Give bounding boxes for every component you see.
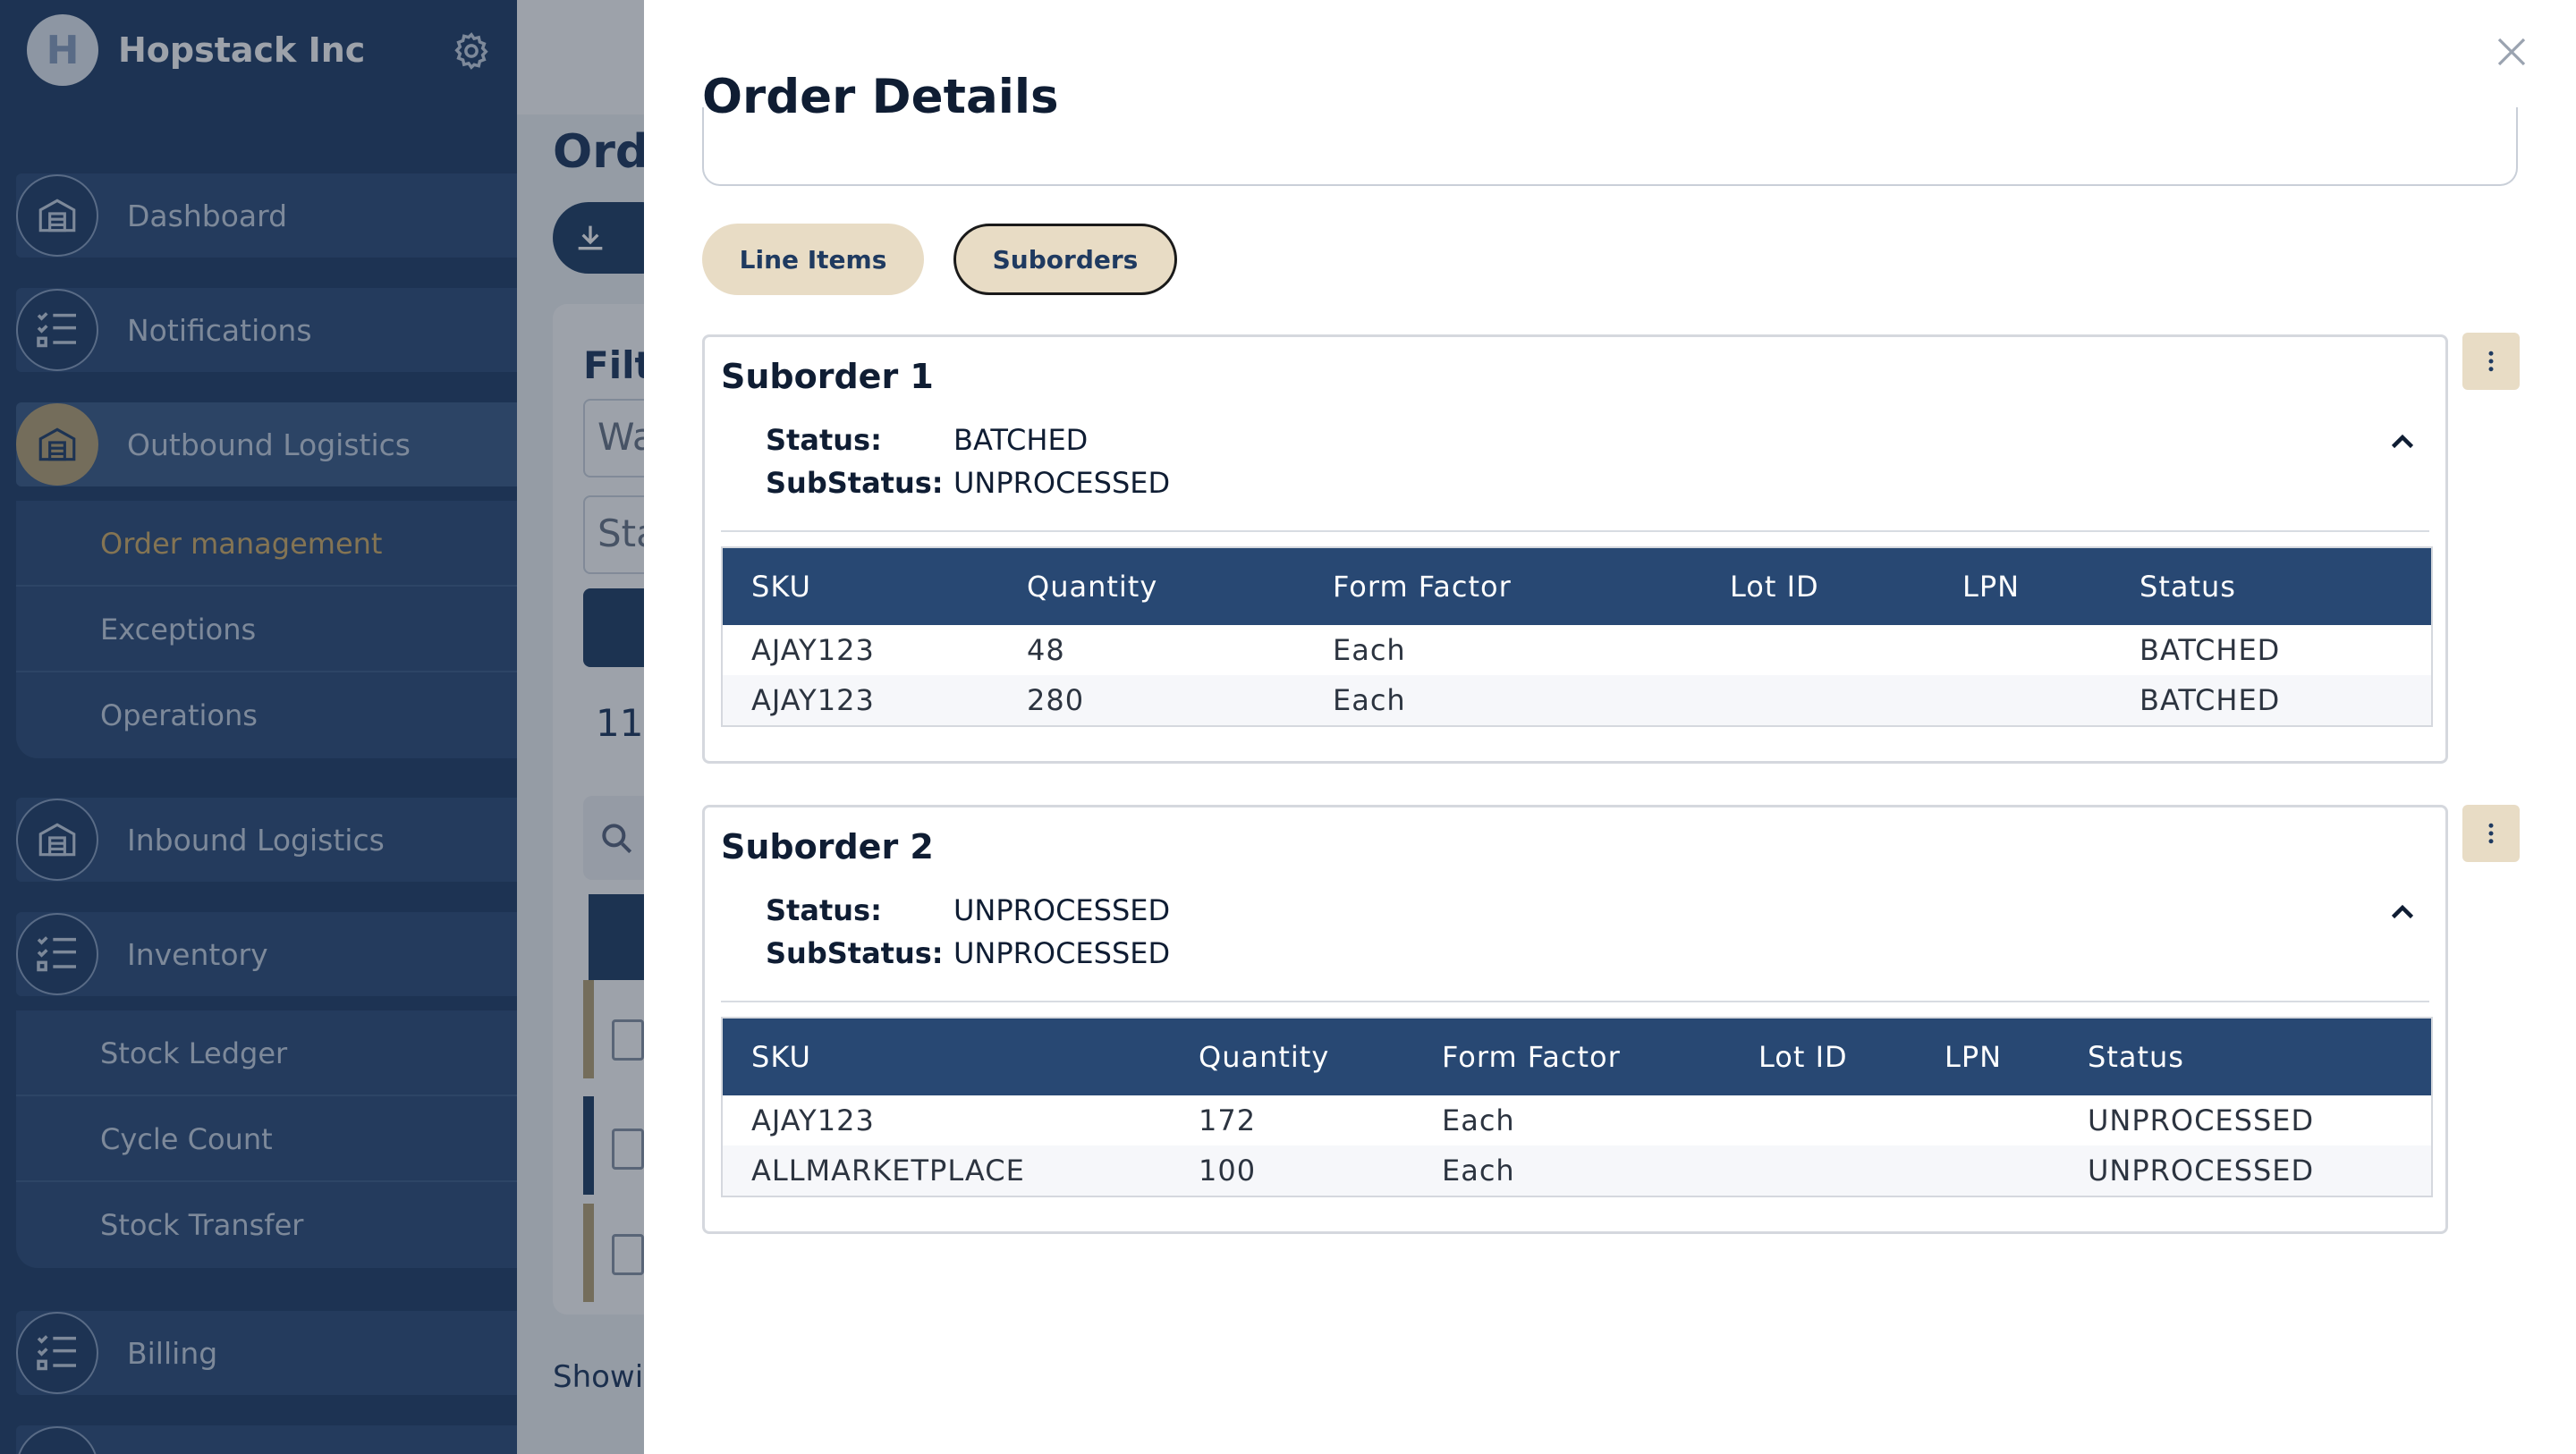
substatus-label: SubStatus: xyxy=(766,466,944,500)
substatus-value: UNPROCESSED xyxy=(953,466,1171,500)
table-row: AJAY123 172 Each UNPROCESSED xyxy=(723,1095,2431,1145)
cell-status: UNPROCESSED xyxy=(2088,1154,2315,1188)
cell-status: BATCHED xyxy=(2140,683,2281,717)
cell-sku: AJAY123 xyxy=(751,1103,875,1137)
cell-sku: ALLMARKETPLACE xyxy=(751,1154,1025,1188)
suborder-title: Suborder 1 xyxy=(721,357,934,396)
substatus-value: UNPROCESSED xyxy=(953,936,1171,970)
cell-sku: AJAY123 xyxy=(751,683,875,717)
table-row: AJAY123 280 Each BATCHED xyxy=(723,675,2431,725)
chevron-up-icon[interactable] xyxy=(2386,427,2419,459)
suborder-card: Suborder 2 Status: UNPROCESSED SubStatus… xyxy=(702,805,2448,1234)
column-header-quantity[interactable]: Quantity xyxy=(1027,548,1157,625)
status-value: UNPROCESSED xyxy=(953,893,1171,927)
table-header: SKU Quantity Form Factor Lot ID LPN Stat… xyxy=(723,1019,2431,1095)
cell-quantity: 172 xyxy=(1199,1103,1257,1137)
divider xyxy=(721,1001,2429,1002)
chevron-up-icon[interactable] xyxy=(2386,897,2419,929)
divider xyxy=(721,530,2429,532)
column-header-lot-id[interactable]: Lot ID xyxy=(1758,1019,1848,1095)
modal-overlay[interactable] xyxy=(0,0,651,1454)
column-header-form-factor[interactable]: Form Factor xyxy=(1442,1019,1621,1095)
status-value: BATCHED xyxy=(953,423,1089,457)
suborder-table: SKU Quantity Form Factor Lot ID LPN Stat… xyxy=(721,1017,2433,1197)
cell-form-factor: Each xyxy=(1442,1154,1515,1188)
column-header-status[interactable]: Status xyxy=(2140,548,2236,625)
cell-quantity: 100 xyxy=(1199,1154,1257,1188)
column-header-form-factor[interactable]: Form Factor xyxy=(1333,548,1512,625)
cell-quantity: 48 xyxy=(1027,633,1065,667)
cell-form-factor: Each xyxy=(1333,683,1406,717)
column-header-status[interactable]: Status xyxy=(2088,1019,2184,1095)
column-header-quantity[interactable]: Quantity xyxy=(1199,1019,1329,1095)
order-summary-card xyxy=(702,107,2518,186)
cell-status: BATCHED xyxy=(2140,633,2281,667)
status-label: Status: xyxy=(766,423,882,457)
suborder-title: Suborder 2 xyxy=(721,827,934,866)
more-vertical-icon xyxy=(2488,823,2494,844)
suborder-menu-button[interactable] xyxy=(2462,333,2520,390)
cell-status: UNPROCESSED xyxy=(2088,1103,2315,1137)
column-header-lot-id[interactable]: Lot ID xyxy=(1730,548,1819,625)
cell-sku: AJAY123 xyxy=(751,633,875,667)
table-row: ALLMARKETPLACE 100 Each UNPROCESSED xyxy=(723,1145,2431,1196)
cell-quantity: 280 xyxy=(1027,683,1085,717)
table-row: AJAY123 48 Each BATCHED xyxy=(723,625,2431,675)
status-label: Status: xyxy=(766,893,882,927)
close-icon[interactable] xyxy=(2490,30,2533,73)
cell-form-factor: Each xyxy=(1442,1103,1515,1137)
suborder-menu-button[interactable] xyxy=(2462,805,2520,862)
column-header-sku[interactable]: SKU xyxy=(751,548,811,625)
substatus-label: SubStatus: xyxy=(766,936,944,970)
column-header-lpn[interactable]: LPN xyxy=(1962,548,2020,625)
cell-form-factor: Each xyxy=(1333,633,1406,667)
suborder-table: SKU Quantity Form Factor Lot ID LPN Stat… xyxy=(721,546,2433,727)
column-header-lpn[interactable]: LPN xyxy=(1945,1019,2002,1095)
more-vertical-icon xyxy=(2488,351,2494,372)
suborder-card: Suborder 1 Status: BATCHED SubStatus: UN… xyxy=(702,334,2448,764)
tab-suborders[interactable]: Suborders xyxy=(953,224,1177,295)
tab-line-items[interactable]: Line Items xyxy=(702,224,924,295)
table-header: SKU Quantity Form Factor Lot ID LPN Stat… xyxy=(723,548,2431,625)
column-header-sku[interactable]: SKU xyxy=(751,1019,811,1095)
